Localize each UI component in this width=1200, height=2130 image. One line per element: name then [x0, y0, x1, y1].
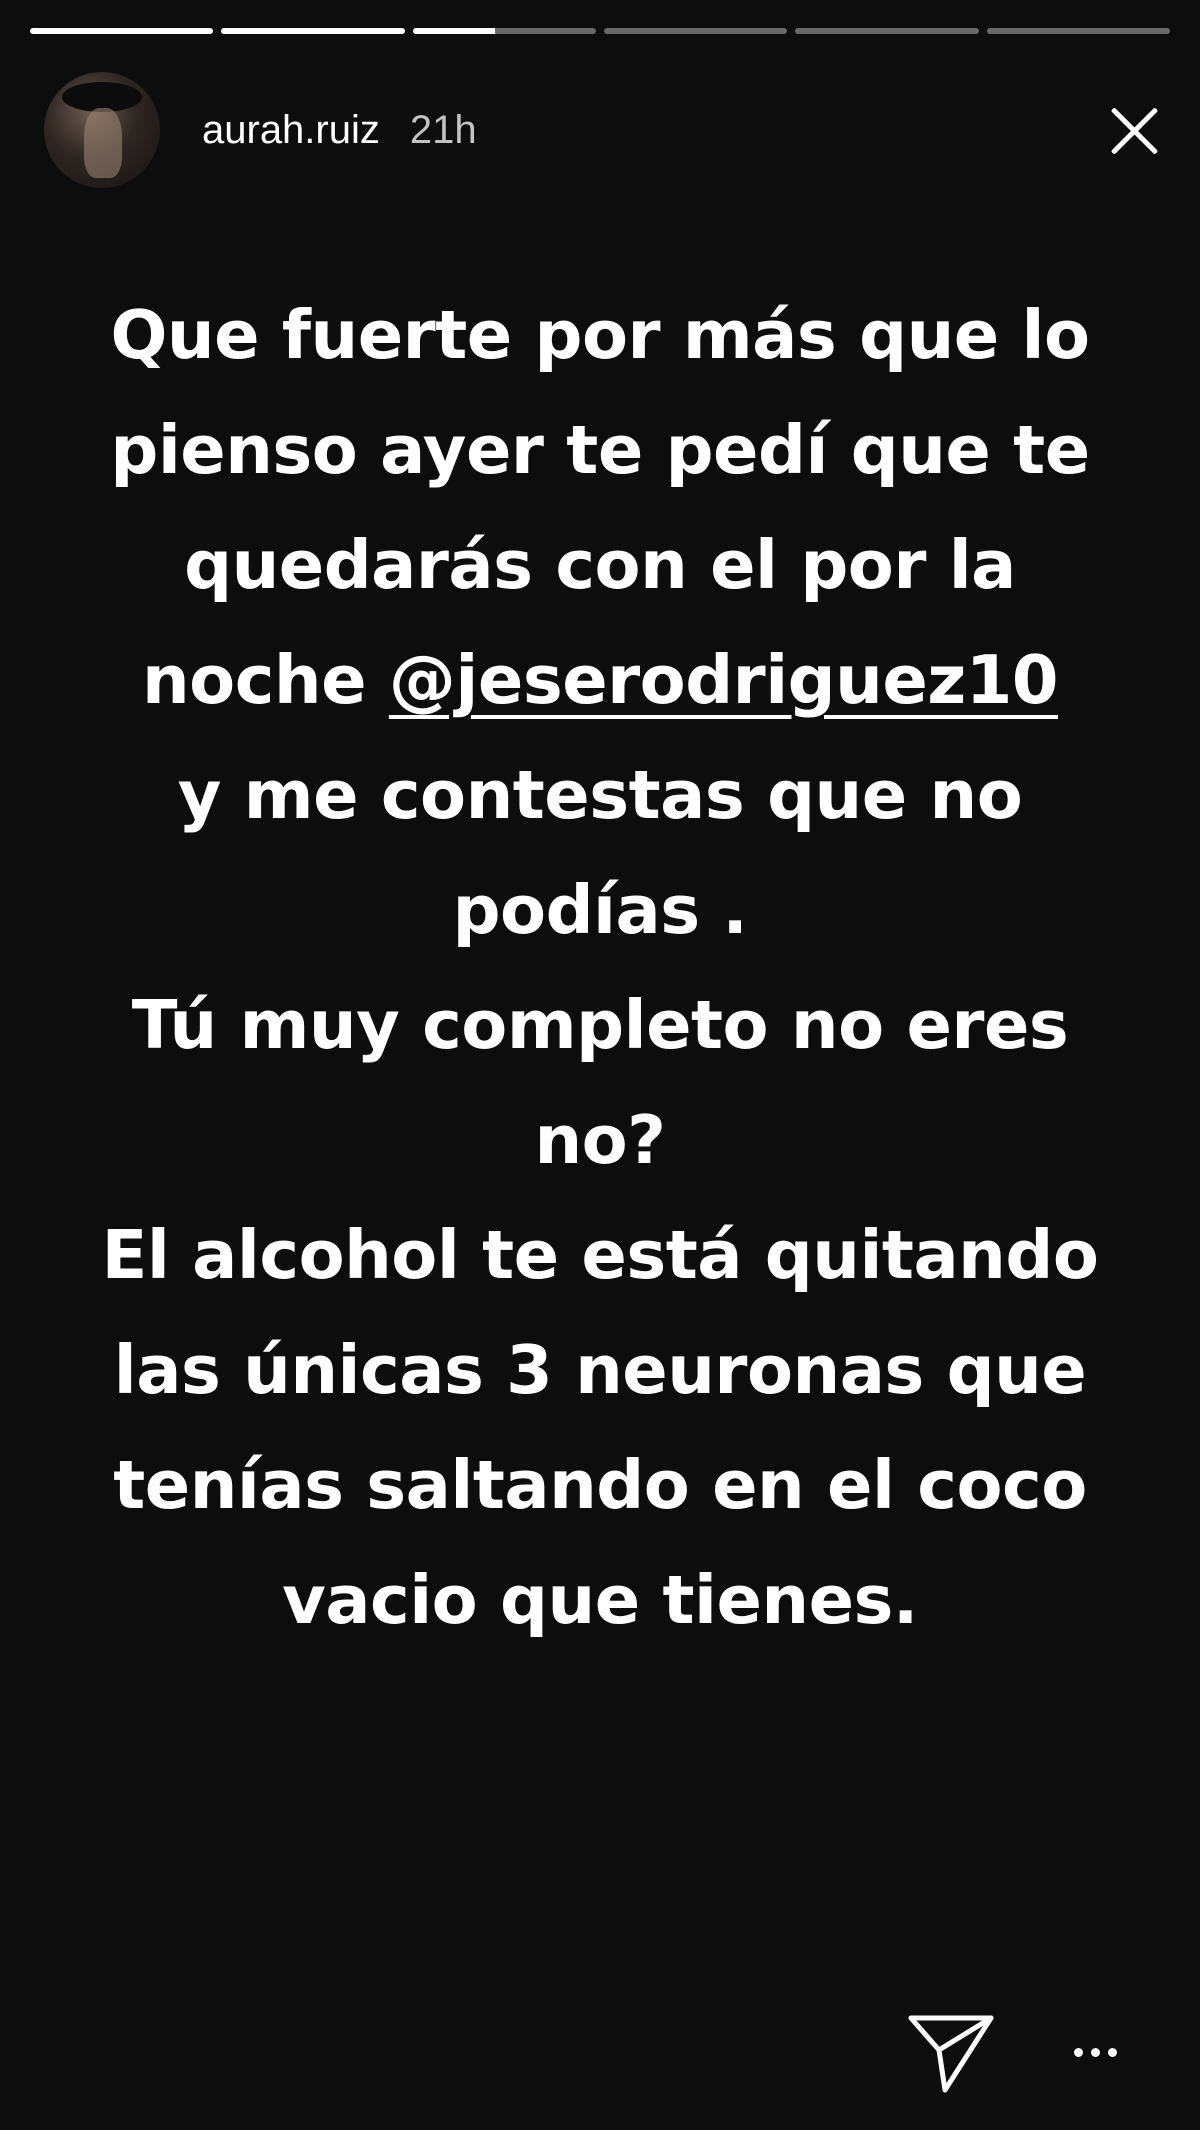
story-progress-bar: [30, 28, 1170, 34]
caption-line: Tú muy completo no eres: [131, 986, 1069, 1064]
username[interactable]: aurah.ruiz: [202, 108, 380, 153]
caption-line: podías .: [452, 871, 748, 949]
close-icon[interactable]: [1102, 98, 1166, 162]
caption-line: quedarás con el por la: [184, 526, 1016, 604]
story-caption: Que fuerte por más que lo pienso ayer te…: [40, 278, 1160, 1658]
caption-line: tenías saltando en el coco: [113, 1446, 1087, 1524]
more-options-button[interactable]: [1060, 2022, 1130, 2082]
progress-segment: [30, 28, 214, 34]
progress-segment: [795, 28, 979, 34]
user-mention-link[interactable]: @jeserodriguez10: [389, 641, 1059, 719]
progress-segment: [221, 28, 405, 34]
more-icon: [1107, 2047, 1117, 2057]
caption-line: pienso ayer te pedí que te: [110, 411, 1090, 489]
progress-segment: [986, 28, 1170, 34]
story-viewer[interactable]: aurah.ruiz 21h Que fuerte por más que lo…: [0, 0, 1200, 2130]
caption-line-with-mention: noche @jeserodriguez10: [40, 623, 1160, 738]
caption-line: las únicas 3 neuronas que: [113, 1331, 1087, 1409]
caption-line: no?: [534, 1101, 666, 1179]
more-icon: [1073, 2047, 1083, 2057]
caption-line: noche: [141, 641, 367, 719]
story-header: aurah.ruiz 21h: [44, 70, 1166, 190]
avatar[interactable]: [44, 72, 160, 188]
send-icon[interactable]: [905, 2010, 997, 2096]
caption-line: El alcohol te está quitando: [101, 1216, 1099, 1294]
caption-line: vacio que tienes.: [282, 1561, 918, 1639]
progress-segment: [603, 28, 788, 34]
caption-line: Que fuerte por más que lo: [110, 296, 1090, 374]
post-time: 21h: [409, 107, 477, 152]
caption-line: y me contestas que no: [177, 756, 1023, 834]
progress-segment: [412, 28, 596, 34]
more-icon: [1090, 2047, 1100, 2057]
